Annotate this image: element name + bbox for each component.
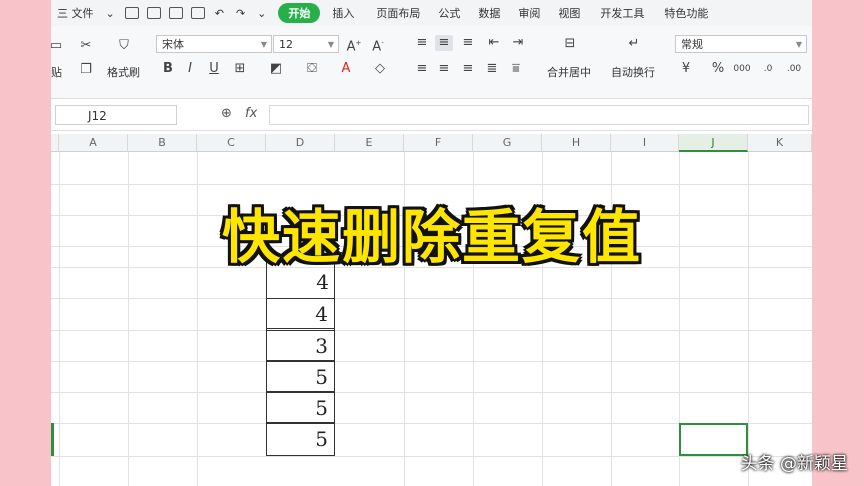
increase-font-icon[interactable]: A+ — [345, 35, 363, 55]
font-name-value: 宋体 — [162, 38, 184, 51]
save-icon[interactable] — [124, 7, 139, 19]
formula-input[interactable] — [269, 105, 809, 125]
italic-icon[interactable]: I — [181, 61, 199, 77]
col-header-i[interactable]: I — [611, 134, 679, 152]
dropdown-icon[interactable]: ⌄ — [100, 7, 121, 20]
gridline — [51, 456, 812, 457]
merge-center-label[interactable]: 合并居中 — [547, 64, 591, 80]
bold-icon[interactable]: B — [159, 61, 177, 77]
tab-home[interactable]: 开始 — [278, 3, 321, 23]
fill-bucket-icon[interactable]: ⛋ — [303, 61, 321, 77]
ribbon: ▭ 贴 ✂ ❐ ⛉ 格式刷 宋体 ▼ 12 ▼ A+ A- B I U ⊞ ◩ … — [51, 26, 812, 99]
justify-icon[interactable]: ≣ — [483, 61, 501, 77]
fx-icon[interactable]: fx — [245, 106, 257, 121]
copy-icon[interactable]: ❐ — [77, 62, 95, 78]
font-name-select[interactable]: 宋体 ▼ — [156, 35, 272, 53]
number-format-value: 常规 — [681, 38, 703, 51]
align-top-icon[interactable]: ≡ — [413, 35, 431, 51]
gridline — [51, 330, 812, 331]
cut-icon[interactable]: ✂ — [77, 38, 95, 54]
col-header-b[interactable]: B — [128, 134, 197, 152]
cell-d-value[interactable]: 5 — [266, 361, 335, 392]
col-header-f[interactable]: F — [404, 134, 473, 152]
formula-bar: J12 ⊕ fx — [51, 100, 812, 131]
gridline — [51, 392, 812, 393]
export-icon[interactable] — [146, 7, 161, 19]
col-header-k[interactable]: K — [748, 134, 812, 152]
tab-formulas[interactable]: 公式 — [432, 5, 466, 21]
corner-cell[interactable] — [51, 134, 59, 152]
format-painter-icon[interactable]: ⛉ — [115, 38, 133, 54]
wrap-text-label[interactable]: 自动换行 — [611, 64, 655, 80]
increase-decimal-icon[interactable]: .0 — [759, 61, 777, 77]
border-icon[interactable]: ⊞ — [231, 61, 249, 77]
tab-special[interactable]: 特色功能 — [658, 5, 714, 21]
currency-icon[interactable]: ¥ — [677, 61, 695, 77]
align-middle-icon[interactable]: ≡ — [435, 35, 453, 51]
merge-cells-icon[interactable]: ⊟ — [561, 36, 579, 52]
align-right-icon[interactable]: ≡ — [459, 61, 477, 77]
redo-icon[interactable]: ↷ — [230, 7, 251, 20]
cell-d-value[interactable]: 5 — [266, 392, 335, 423]
col-header-c[interactable]: C — [197, 134, 266, 152]
tab-review[interactable]: 审阅 — [512, 5, 546, 21]
font-size-select[interactable]: 12 ▼ — [273, 35, 339, 53]
tab-page-layout[interactable]: 页面布局 — [370, 5, 426, 21]
print-preview-icon[interactable] — [190, 7, 205, 19]
paste-icon[interactable]: ▭ — [51, 38, 65, 54]
tab-insert[interactable]: 插入 — [326, 5, 360, 21]
col-header-d[interactable]: D — [266, 134, 335, 152]
cell-d-value[interactable]: 4 — [266, 298, 335, 329]
align-center-icon[interactable]: ≡ — [435, 61, 453, 77]
decrease-decimal-icon[interactable]: .00 — [785, 61, 803, 77]
overlay-title: 快速删除重复值 — [221, 203, 642, 271]
tab-data[interactable]: 数据 — [472, 5, 506, 21]
indent-decrease-icon[interactable]: ⇤ — [485, 35, 503, 51]
gridline — [51, 361, 812, 362]
chevron-down-icon: ▼ — [260, 40, 267, 49]
font-size-value: 12 — [279, 38, 293, 51]
col-header-g[interactable]: G — [473, 134, 542, 152]
underline-icon[interactable]: U — [205, 61, 223, 77]
number-format-select[interactable]: 常规 ▼ — [675, 35, 807, 53]
col-header-h[interactable]: H — [542, 134, 611, 152]
chevron-down-icon: ▼ — [795, 40, 802, 49]
col-header-a[interactable]: A — [59, 134, 128, 152]
menu-bar: 三 文件 ⌄ ↶ ↷ ⌄ 开始 插入 页面布局 公式 数据 审阅 视图 开发工具… — [51, 0, 812, 26]
cell-d-value[interactable]: 3 — [266, 330, 335, 361]
zoom-icon[interactable]: ⊕ — [221, 106, 232, 121]
active-row-indicator — [51, 423, 54, 456]
fill-color-icon[interactable]: ◩ — [267, 61, 285, 77]
col-header-j[interactable]: J — [679, 134, 748, 152]
name-box[interactable]: J12 — [55, 105, 177, 125]
distribute-icon[interactable]: ⩸ — [507, 61, 525, 77]
paste-label[interactable]: 贴 — [51, 64, 62, 80]
clear-format-icon[interactable]: ◇ — [371, 61, 389, 77]
percent-icon[interactable]: % — [709, 61, 727, 77]
chevron-down-icon: ▼ — [327, 40, 334, 49]
tab-developer[interactable]: 开发工具 — [594, 5, 650, 21]
decrease-font-icon[interactable]: A- — [369, 35, 387, 55]
align-bottom-icon[interactable]: ≡ — [459, 35, 477, 51]
watermark: 头条 @新颖星 — [740, 454, 848, 474]
file-menu[interactable]: 三 文件 — [51, 5, 100, 21]
selected-cell-j12[interactable] — [679, 423, 748, 456]
font-color-icon[interactable]: A — [337, 61, 355, 77]
tab-view[interactable]: 视图 — [552, 5, 586, 21]
quick-access-more-icon[interactable]: ⌄ — [251, 7, 272, 20]
align-left-icon[interactable]: ≡ — [413, 61, 431, 77]
indent-increase-icon[interactable]: ⇥ — [509, 35, 527, 51]
col-header-e[interactable]: E — [335, 134, 404, 152]
wrap-text-icon[interactable]: ↵ — [625, 36, 643, 52]
print-icon[interactable] — [168, 7, 183, 19]
thousands-icon[interactable]: 000 — [733, 61, 751, 77]
gridline — [51, 184, 812, 185]
sheet-grid[interactable]: A B C D E F G H I J K 4 4 3 5 5 5 — [51, 134, 812, 486]
format-painter-label[interactable]: 格式刷 — [107, 64, 140, 80]
gridline — [51, 298, 812, 299]
cell-d-value[interactable]: 5 — [266, 423, 335, 456]
undo-icon[interactable]: ↶ — [209, 7, 230, 20]
